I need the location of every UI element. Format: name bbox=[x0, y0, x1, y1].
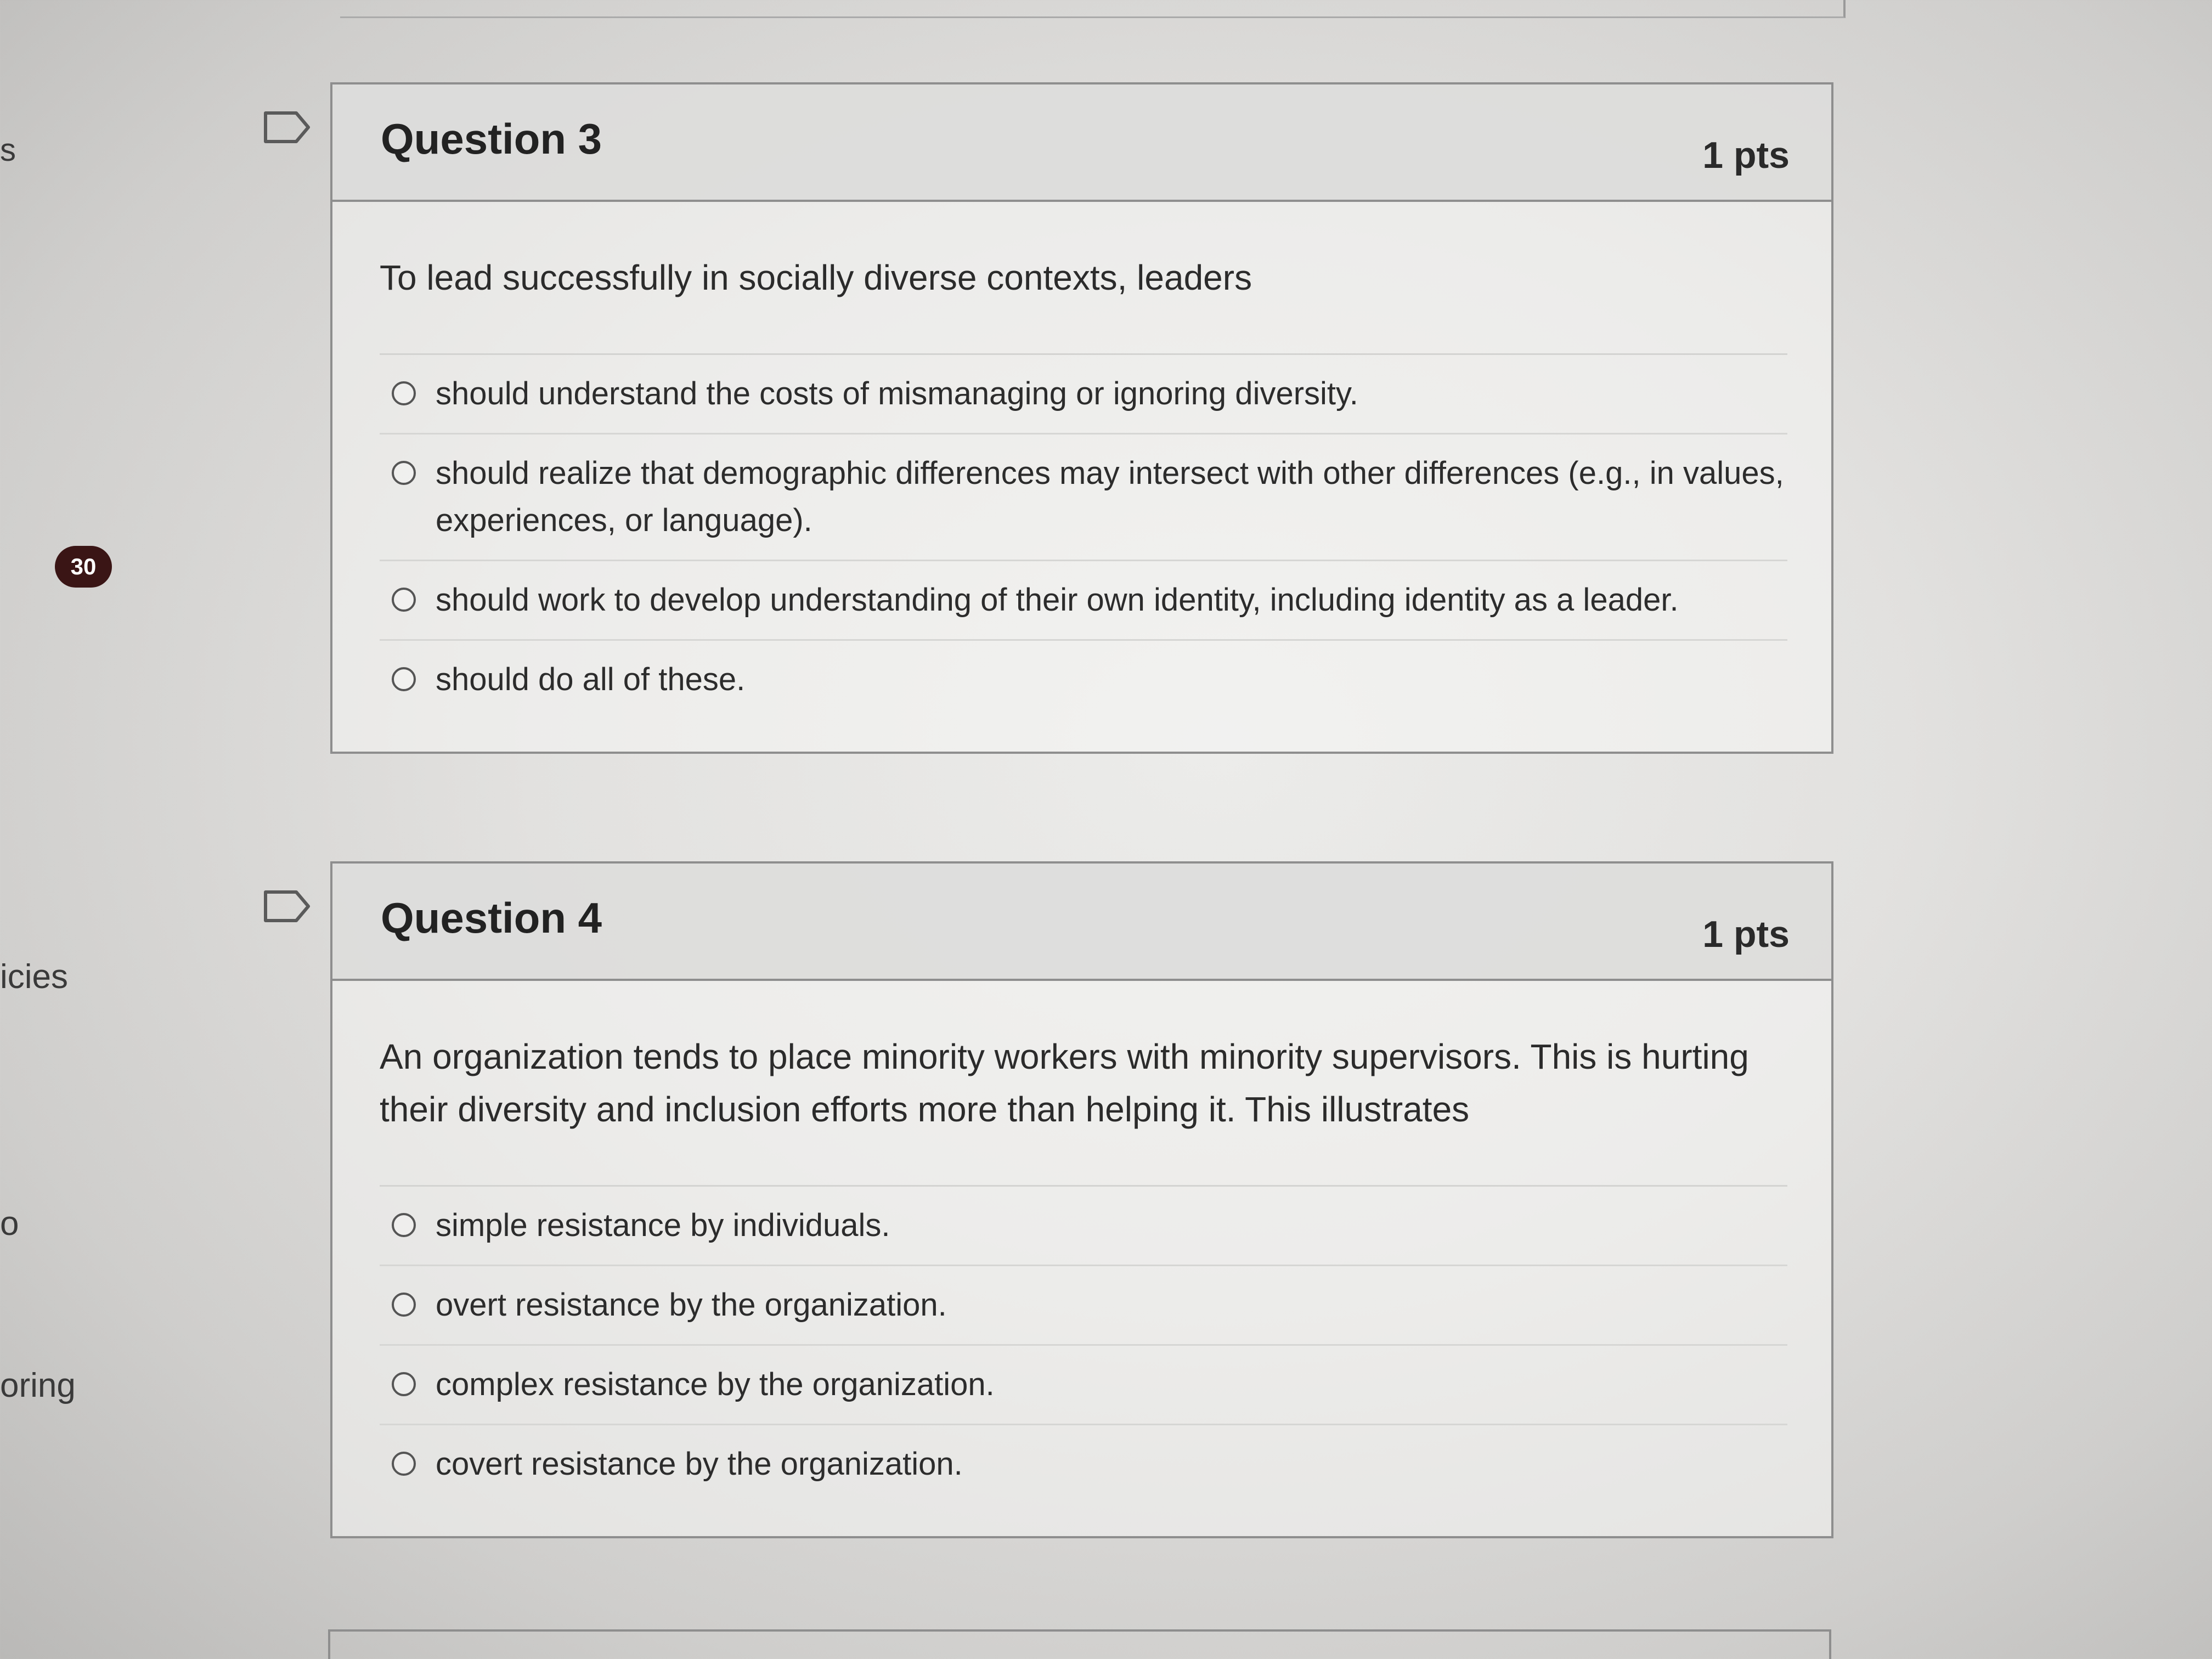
sidebar-item-fragment-s[interactable]: s bbox=[0, 132, 16, 168]
answer-label: overt resistance by the organization. bbox=[436, 1287, 947, 1323]
radio-unselected-icon[interactable] bbox=[392, 1372, 416, 1396]
next-question-edge bbox=[328, 1629, 1831, 1659]
answer-label: should work to develop understanding of … bbox=[436, 582, 1679, 618]
sidebar-item-fragment-o[interactable]: o bbox=[0, 1204, 19, 1243]
answer-label: covert resistance by the organization. bbox=[436, 1446, 963, 1482]
radio-unselected-icon[interactable] bbox=[392, 461, 416, 485]
sidebar-item-policies[interactable]: icies bbox=[0, 957, 68, 996]
answer-option[interactable]: should work to develop understanding of … bbox=[380, 561, 1787, 641]
question-card-4: Question 4 1 pts An organization tends t… bbox=[330, 861, 1833, 1538]
answer-label: complex resistance by the organization. bbox=[436, 1367, 995, 1402]
question-body: An organization tends to place minority … bbox=[332, 981, 1831, 1536]
answer-list: should understand the costs of mismanagi… bbox=[380, 355, 1787, 719]
answer-option[interactable]: complex resistance by the organization. bbox=[380, 1346, 1787, 1425]
radio-unselected-icon[interactable] bbox=[392, 588, 416, 612]
radio-unselected-icon[interactable] bbox=[392, 381, 416, 405]
answer-option[interactable]: should realize that demographic differen… bbox=[380, 435, 1787, 561]
question-points: 1 pts bbox=[1702, 134, 1790, 176]
answer-option[interactable]: covert resistance by the organization. bbox=[380, 1425, 1787, 1503]
flag-question-3-icon[interactable] bbox=[262, 110, 312, 145]
notification-count-badge: 30 bbox=[55, 546, 112, 588]
radio-unselected-icon[interactable] bbox=[392, 1293, 416, 1317]
question-title: Question 4 bbox=[381, 894, 602, 942]
question-header: Question 3 1 pts bbox=[332, 84, 1831, 202]
question-header: Question 4 1 pts bbox=[332, 864, 1831, 981]
sidebar-item-fragment-oring[interactable]: oring bbox=[0, 1366, 76, 1405]
answer-label: should realize that demographic differen… bbox=[436, 455, 1784, 538]
question-points: 1 pts bbox=[1702, 913, 1790, 955]
question-text: An organization tends to place minority … bbox=[380, 1030, 1787, 1187]
radio-unselected-icon[interactable] bbox=[392, 1213, 416, 1237]
radio-unselected-icon[interactable] bbox=[392, 667, 416, 691]
answer-option[interactable]: should understand the costs of mismanagi… bbox=[380, 355, 1787, 435]
previous-question-edge bbox=[340, 0, 1846, 18]
flag-question-4-icon[interactable] bbox=[262, 889, 312, 924]
question-title: Question 3 bbox=[381, 115, 602, 163]
radio-unselected-icon[interactable] bbox=[392, 1452, 416, 1476]
answer-option[interactable]: overt resistance by the organization. bbox=[380, 1266, 1787, 1346]
answer-option[interactable]: simple resistance by individuals. bbox=[380, 1187, 1787, 1266]
answer-list: simple resistance by individuals. overt … bbox=[380, 1187, 1787, 1503]
question-card-3: Question 3 1 pts To lead successfully in… bbox=[330, 82, 1833, 754]
answer-label: should understand the costs of mismanagi… bbox=[436, 376, 1358, 411]
answer-label: simple resistance by individuals. bbox=[436, 1207, 890, 1243]
question-body: To lead successfully in socially diverse… bbox=[332, 202, 1831, 752]
answer-label: should do all of these. bbox=[436, 662, 746, 697]
question-text: To lead successfully in socially diverse… bbox=[380, 251, 1787, 355]
answer-option[interactable]: should do all of these. bbox=[380, 641, 1787, 719]
